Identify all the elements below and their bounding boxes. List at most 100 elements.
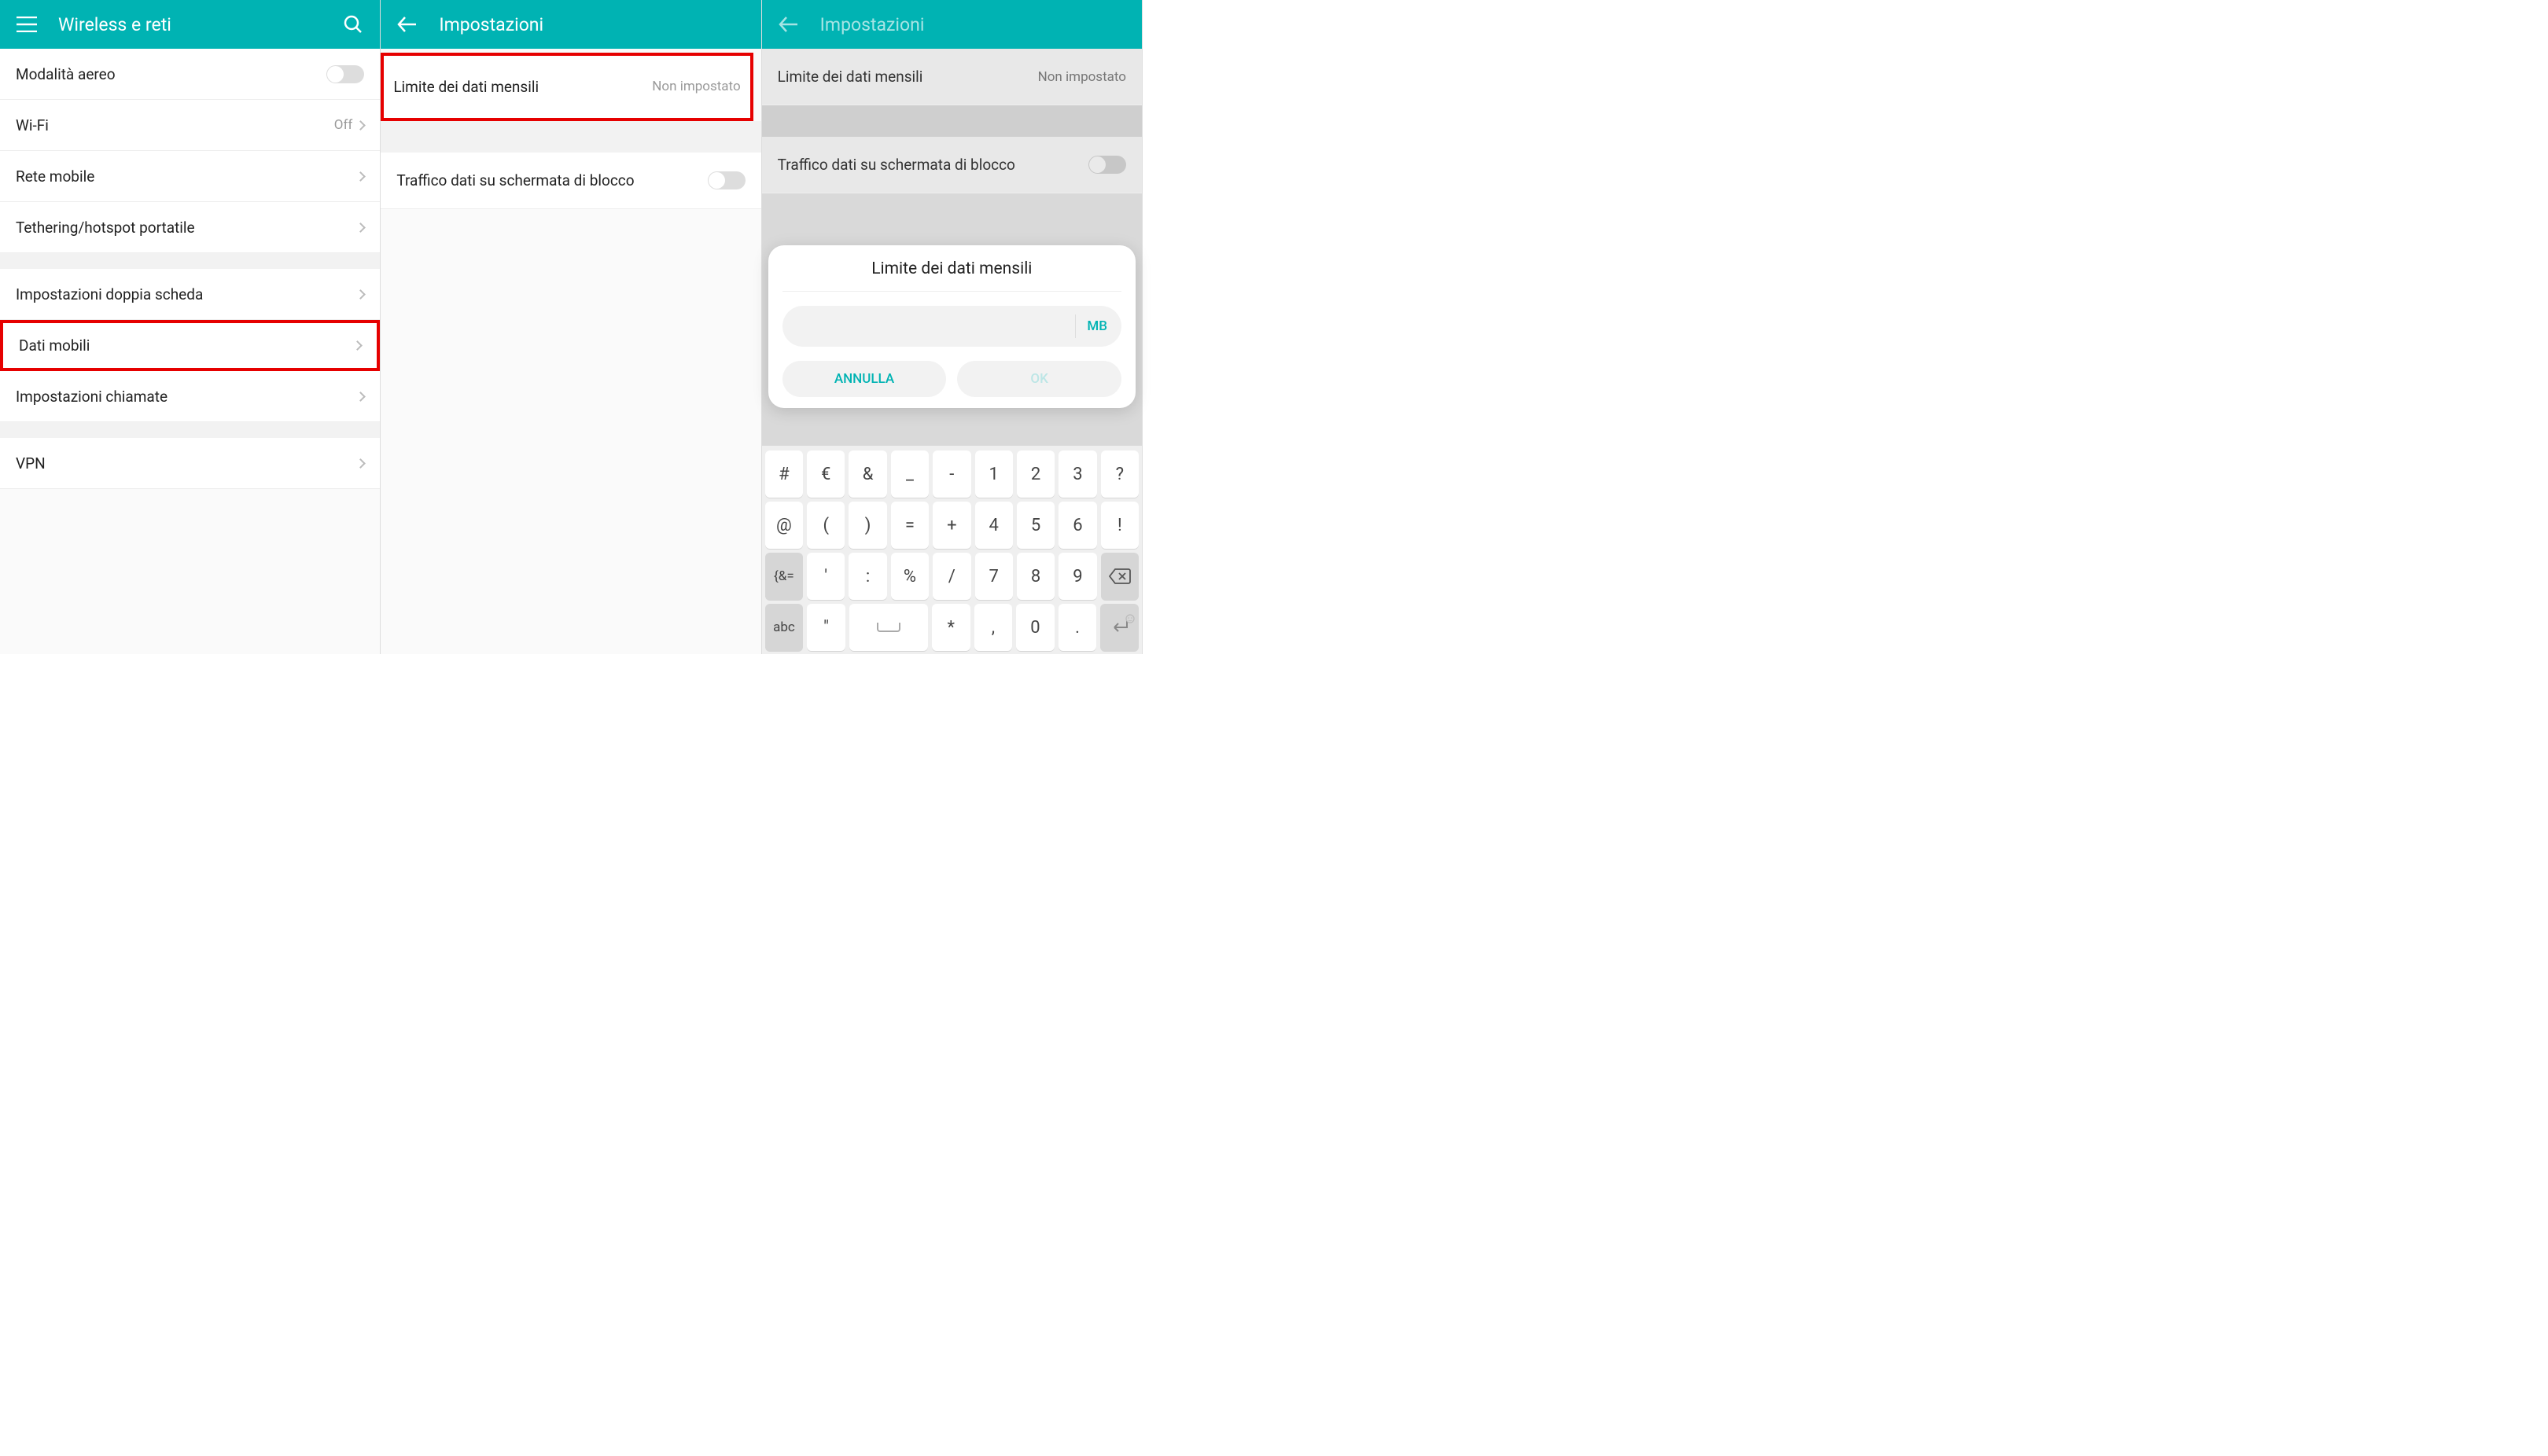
label: Impostazioni chiamate [16,388,168,406]
item-dual-sim[interactable]: Impostazioni doppia scheda [0,269,380,320]
key-abc[interactable]: abc [765,604,804,651]
section-gap [0,253,380,269]
value: Non impostato [1038,69,1126,85]
key-hash[interactable]: # [765,450,803,498]
page-title: Impostazioni [820,14,925,35]
label: Traffico dati su schermata di blocco [778,156,1015,174]
item-vpn[interactable]: VPN [0,438,380,489]
label: Limite dei dati mensili [778,68,923,86]
key-percent[interactable]: % [891,553,929,600]
back-icon[interactable] [396,13,418,35]
chevron-right-icon [355,120,366,131]
chevron-right-icon [355,392,366,402]
item-mobile-data[interactable]: Dati mobili [0,320,380,371]
section-gap [0,422,380,438]
key-period[interactable]: . [1059,604,1097,651]
key-at[interactable]: @ [765,502,803,549]
item-monthly-limit[interactable]: Limite dei dati mensili Non impostato [387,58,746,115]
toggle-airplane[interactable] [326,65,364,83]
backspace-icon [1109,568,1131,584]
content: Limite dei dati mensili Non impostato Tr… [381,49,760,654]
key-8[interactable]: 8 [1017,553,1055,600]
cancel-button[interactable]: ANNULLA [782,361,947,397]
label: VPN [16,454,46,472]
unit-selector[interactable]: MB [1087,318,1107,334]
key-6[interactable]: 6 [1059,502,1096,549]
label: Wi-Fi [16,116,49,134]
space-icon [877,623,900,632]
label: Limite dei dati mensili [393,78,539,96]
key-lparen[interactable]: ( [807,502,845,549]
section-gap [381,121,760,153]
key-apostrophe[interactable]: ' [807,553,845,600]
key-star[interactable]: * [932,604,970,651]
key-5[interactable]: 5 [1017,502,1055,549]
chevron-right-icon [355,458,366,469]
back-icon[interactable] [778,13,800,35]
item-tethering[interactable]: Tethering/hotspot portatile [0,202,380,253]
item-mobile-network[interactable]: Rete mobile [0,151,380,202]
key-space[interactable] [849,604,928,651]
key-backspace[interactable] [1101,553,1139,600]
screen-dialog: Impostazioni Limite dei dati mensili Non… [762,0,1143,654]
toggle-lock-traffic [1088,156,1126,174]
enter-icon [1110,619,1130,636]
item-monthly-limit: Limite dei dati mensili Non impostato [762,49,1142,105]
key-rparen[interactable]: ) [849,502,886,549]
item-lock-screen-traffic[interactable]: Traffico dati su schermata di blocco [381,153,760,209]
label: Traffico dati su schermata di blocco [396,171,634,189]
key-quote[interactable]: " [807,604,845,651]
page-title: Wireless e reti [58,14,171,35]
content: Modalità aereo Wi-Fi Off Rete mobile Tet… [0,49,380,654]
dialog-monthly-limit: Limite dei dati mensili MB ANNULLA OK [768,245,1136,408]
key-colon[interactable]: : [849,553,886,600]
chevron-right-icon [355,171,366,182]
key-question[interactable]: ? [1101,450,1139,498]
key-1[interactable]: 1 [975,450,1013,498]
screen-data-settings: Impostazioni Limite dei dati mensili Non… [381,0,761,654]
item-call-settings[interactable]: Impostazioni chiamate [0,371,380,422]
key-comma[interactable]: , [974,604,1013,651]
header: Impostazioni [381,0,760,49]
label: Dati mobili [19,336,90,355]
key-2[interactable]: 2 [1017,450,1055,498]
key-equals[interactable]: = [891,502,929,549]
key-dash[interactable]: - [933,450,970,498]
key-euro[interactable]: € [807,450,845,498]
ok-button[interactable]: OK [957,361,1121,397]
toggle-lock-traffic[interactable] [708,171,746,189]
screen-wireless: Wireless e reti Modalità aereo Wi-Fi Off… [0,0,381,654]
key-4[interactable]: 4 [975,502,1013,549]
hamburger-icon[interactable] [16,13,38,35]
key-slash[interactable]: / [933,553,970,600]
header: Wireless e reti [0,0,380,49]
dialog-title: Limite dei dati mensili [782,259,1121,292]
key-9[interactable]: 9 [1059,553,1096,600]
key-0[interactable]: 0 [1016,604,1055,651]
label: Rete mobile [16,167,94,186]
label: Modalità aereo [16,65,116,83]
label: Impostazioni doppia scheda [16,285,203,303]
key-7[interactable]: 7 [975,553,1013,600]
label: Tethering/hotspot portatile [16,219,195,237]
item-wifi[interactable]: Wi-Fi Off [0,100,380,151]
keyboard: # € & _ - 1 2 3 ? @ ( ) = + 4 5 6 ! {&= … [762,446,1142,654]
page-title: Impostazioni [439,14,543,35]
item-lock-screen-traffic: Traffico dati su schermata di blocco [762,137,1142,193]
key-3[interactable]: 3 [1059,450,1096,498]
highlight-monthly-limit: Limite dei dati mensili Non impostato [381,53,753,121]
header: Impostazioni [762,0,1142,49]
chevron-right-icon [352,340,363,351]
key-exclaim[interactable]: ! [1101,502,1139,549]
key-amp[interactable]: & [849,450,886,498]
key-enter[interactable] [1100,604,1139,651]
dialog-input-wrap: MB [782,306,1121,347]
value: Off [334,117,365,133]
value: Non impostato [652,79,740,94]
key-underscore[interactable]: _ [891,450,929,498]
key-symbols[interactable]: {&= [765,553,803,600]
item-airplane-mode[interactable]: Modalità aereo [0,49,380,100]
limit-input[interactable] [797,318,1065,335]
key-plus[interactable]: + [933,502,970,549]
search-icon[interactable] [342,13,364,35]
